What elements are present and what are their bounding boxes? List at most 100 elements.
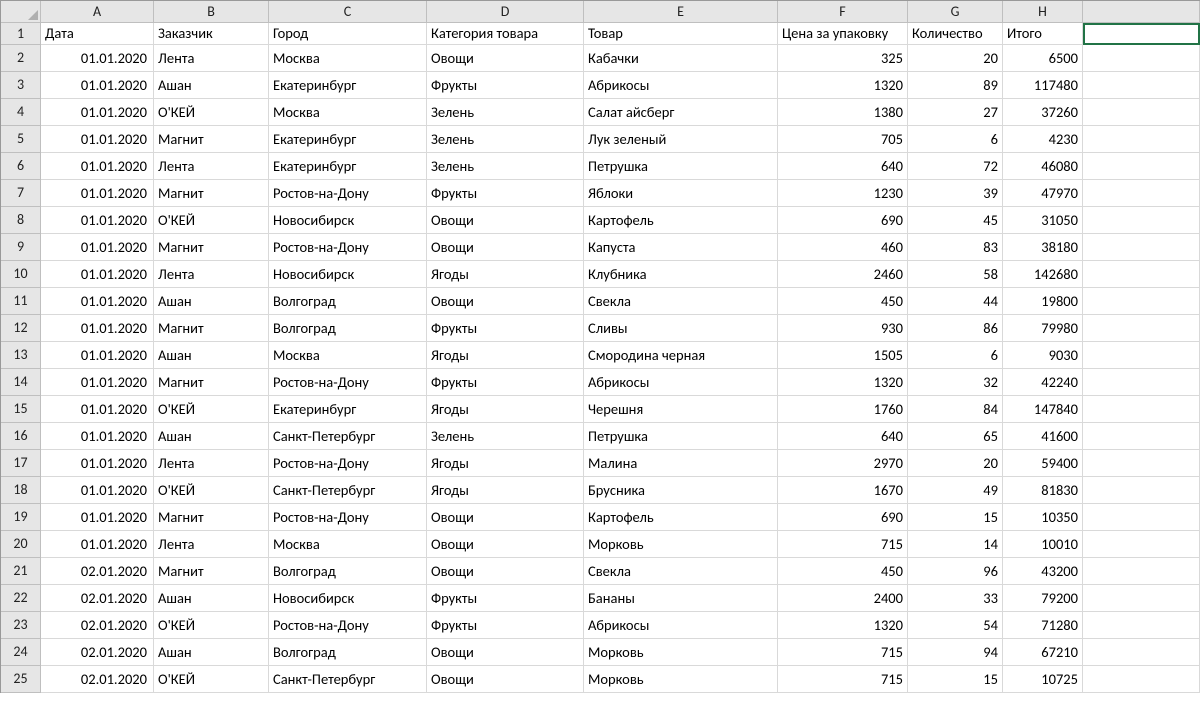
row-header[interactable]: 21 xyxy=(1,558,41,585)
cell-city[interactable]: Москва xyxy=(269,99,427,126)
cell-category[interactable]: Овощи xyxy=(427,666,584,693)
cell-city[interactable]: Екатеринбург xyxy=(269,396,427,423)
row-header[interactable]: 16 xyxy=(1,423,41,450)
cell-product[interactable]: Брусника xyxy=(584,477,778,504)
cell-total[interactable]: 10725 xyxy=(1003,666,1083,693)
cell-total[interactable]: 71280 xyxy=(1003,612,1083,639)
header-cell[interactable]: Итого xyxy=(1003,23,1083,45)
cell-qty[interactable]: 15 xyxy=(908,666,1003,693)
cell-empty[interactable] xyxy=(1083,531,1200,558)
spreadsheet-grid[interactable]: ABCDEFGH1ДатаЗаказчикГородКатегория това… xyxy=(0,0,1200,693)
cell-total[interactable]: 59400 xyxy=(1003,450,1083,477)
cell-date[interactable]: 02.01.2020 xyxy=(41,666,154,693)
cell-date[interactable]: 01.01.2020 xyxy=(41,234,154,261)
column-header[interactable] xyxy=(1083,1,1200,23)
cell-total[interactable]: 9030 xyxy=(1003,342,1083,369)
cell-total[interactable]: 10010 xyxy=(1003,531,1083,558)
cell-category[interactable]: Овощи xyxy=(427,288,584,315)
row-header[interactable]: 18 xyxy=(1,477,41,504)
cell-customer[interactable]: О'КЕЙ xyxy=(154,99,269,126)
cell-empty[interactable] xyxy=(1083,639,1200,666)
row-header[interactable]: 12 xyxy=(1,315,41,342)
cell-category[interactable]: Ягоды xyxy=(427,261,584,288)
cell-empty[interactable] xyxy=(1083,234,1200,261)
cell-category[interactable]: Овощи xyxy=(427,639,584,666)
cell-date[interactable]: 01.01.2020 xyxy=(41,477,154,504)
cell-customer[interactable]: О'КЕЙ xyxy=(154,396,269,423)
cell-price[interactable]: 1320 xyxy=(778,369,908,396)
cell-city[interactable]: Москва xyxy=(269,531,427,558)
cell-category[interactable]: Фрукты xyxy=(427,369,584,396)
cell-empty[interactable] xyxy=(1083,369,1200,396)
row-header[interactable]: 5 xyxy=(1,126,41,153)
cell-qty[interactable]: 65 xyxy=(908,423,1003,450)
cell-qty[interactable]: 58 xyxy=(908,261,1003,288)
cell-qty[interactable]: 27 xyxy=(908,99,1003,126)
row-header[interactable]: 6 xyxy=(1,153,41,180)
cell-qty[interactable]: 39 xyxy=(908,180,1003,207)
row-header[interactable]: 2 xyxy=(1,45,41,72)
cell-date[interactable]: 01.01.2020 xyxy=(41,531,154,558)
cell-qty[interactable]: 33 xyxy=(908,585,1003,612)
cell-product[interactable]: Малина xyxy=(584,450,778,477)
cell-date[interactable]: 01.01.2020 xyxy=(41,72,154,99)
cell-empty[interactable] xyxy=(1083,558,1200,585)
cell-I1[interactable] xyxy=(1083,23,1200,45)
cell-product[interactable]: Картофель xyxy=(584,207,778,234)
cell-empty[interactable] xyxy=(1083,180,1200,207)
cell-product[interactable]: Морковь xyxy=(584,666,778,693)
cell-customer[interactable]: Магнит xyxy=(154,369,269,396)
cell-empty[interactable] xyxy=(1083,666,1200,693)
cell-customer[interactable]: Магнит xyxy=(154,126,269,153)
cell-product[interactable]: Свекла xyxy=(584,288,778,315)
cell-date[interactable]: 01.01.2020 xyxy=(41,207,154,234)
cell-product[interactable]: Картофель xyxy=(584,504,778,531)
cell-city[interactable]: Волгоград xyxy=(269,639,427,666)
cell-qty[interactable]: 89 xyxy=(908,72,1003,99)
cell-customer[interactable]: Магнит xyxy=(154,315,269,342)
cell-city[interactable]: Новосибирск xyxy=(269,585,427,612)
cell-date[interactable]: 01.01.2020 xyxy=(41,261,154,288)
cell-qty[interactable]: 32 xyxy=(908,369,1003,396)
cell-price[interactable]: 640 xyxy=(778,423,908,450)
row-header[interactable]: 11 xyxy=(1,288,41,315)
cell-product[interactable]: Абрикосы xyxy=(584,72,778,99)
header-cell[interactable]: Дата xyxy=(41,23,154,45)
cell-price[interactable]: 325 xyxy=(778,45,908,72)
cell-date[interactable]: 01.01.2020 xyxy=(41,180,154,207)
row-header[interactable]: 13 xyxy=(1,342,41,369)
cell-city[interactable]: Москва xyxy=(269,45,427,72)
cell-date[interactable]: 01.01.2020 xyxy=(41,504,154,531)
column-header[interactable]: E xyxy=(584,1,778,23)
cell-empty[interactable] xyxy=(1083,504,1200,531)
row-header[interactable]: 19 xyxy=(1,504,41,531)
cell-qty[interactable]: 54 xyxy=(908,612,1003,639)
cell-empty[interactable] xyxy=(1083,423,1200,450)
cell-price[interactable]: 715 xyxy=(778,666,908,693)
cell-price[interactable]: 460 xyxy=(778,234,908,261)
cell-customer[interactable]: Магнит xyxy=(154,558,269,585)
cell-category[interactable]: Овощи xyxy=(427,45,584,72)
cell-customer[interactable]: Лента xyxy=(154,261,269,288)
row-header[interactable]: 4 xyxy=(1,99,41,126)
cell-price[interactable]: 640 xyxy=(778,153,908,180)
cell-total[interactable]: 4230 xyxy=(1003,126,1083,153)
cell-price[interactable]: 1670 xyxy=(778,477,908,504)
cell-price[interactable]: 2400 xyxy=(778,585,908,612)
cell-customer[interactable]: Ашан xyxy=(154,72,269,99)
cell-product[interactable]: Морковь xyxy=(584,639,778,666)
cell-category[interactable]: Фрукты xyxy=(427,315,584,342)
select-all-corner[interactable] xyxy=(1,1,41,23)
cell-date[interactable]: 02.01.2020 xyxy=(41,558,154,585)
cell-date[interactable]: 02.01.2020 xyxy=(41,585,154,612)
header-cell[interactable]: Товар xyxy=(584,23,778,45)
cell-city[interactable]: Волгоград xyxy=(269,315,427,342)
cell-total[interactable]: 67210 xyxy=(1003,639,1083,666)
cell-qty[interactable]: 20 xyxy=(908,45,1003,72)
cell-empty[interactable] xyxy=(1083,396,1200,423)
cell-category[interactable]: Ягоды xyxy=(427,396,584,423)
cell-total[interactable]: 43200 xyxy=(1003,558,1083,585)
cell-total[interactable]: 6500 xyxy=(1003,45,1083,72)
header-cell[interactable]: Город xyxy=(269,23,427,45)
row-header[interactable]: 24 xyxy=(1,639,41,666)
